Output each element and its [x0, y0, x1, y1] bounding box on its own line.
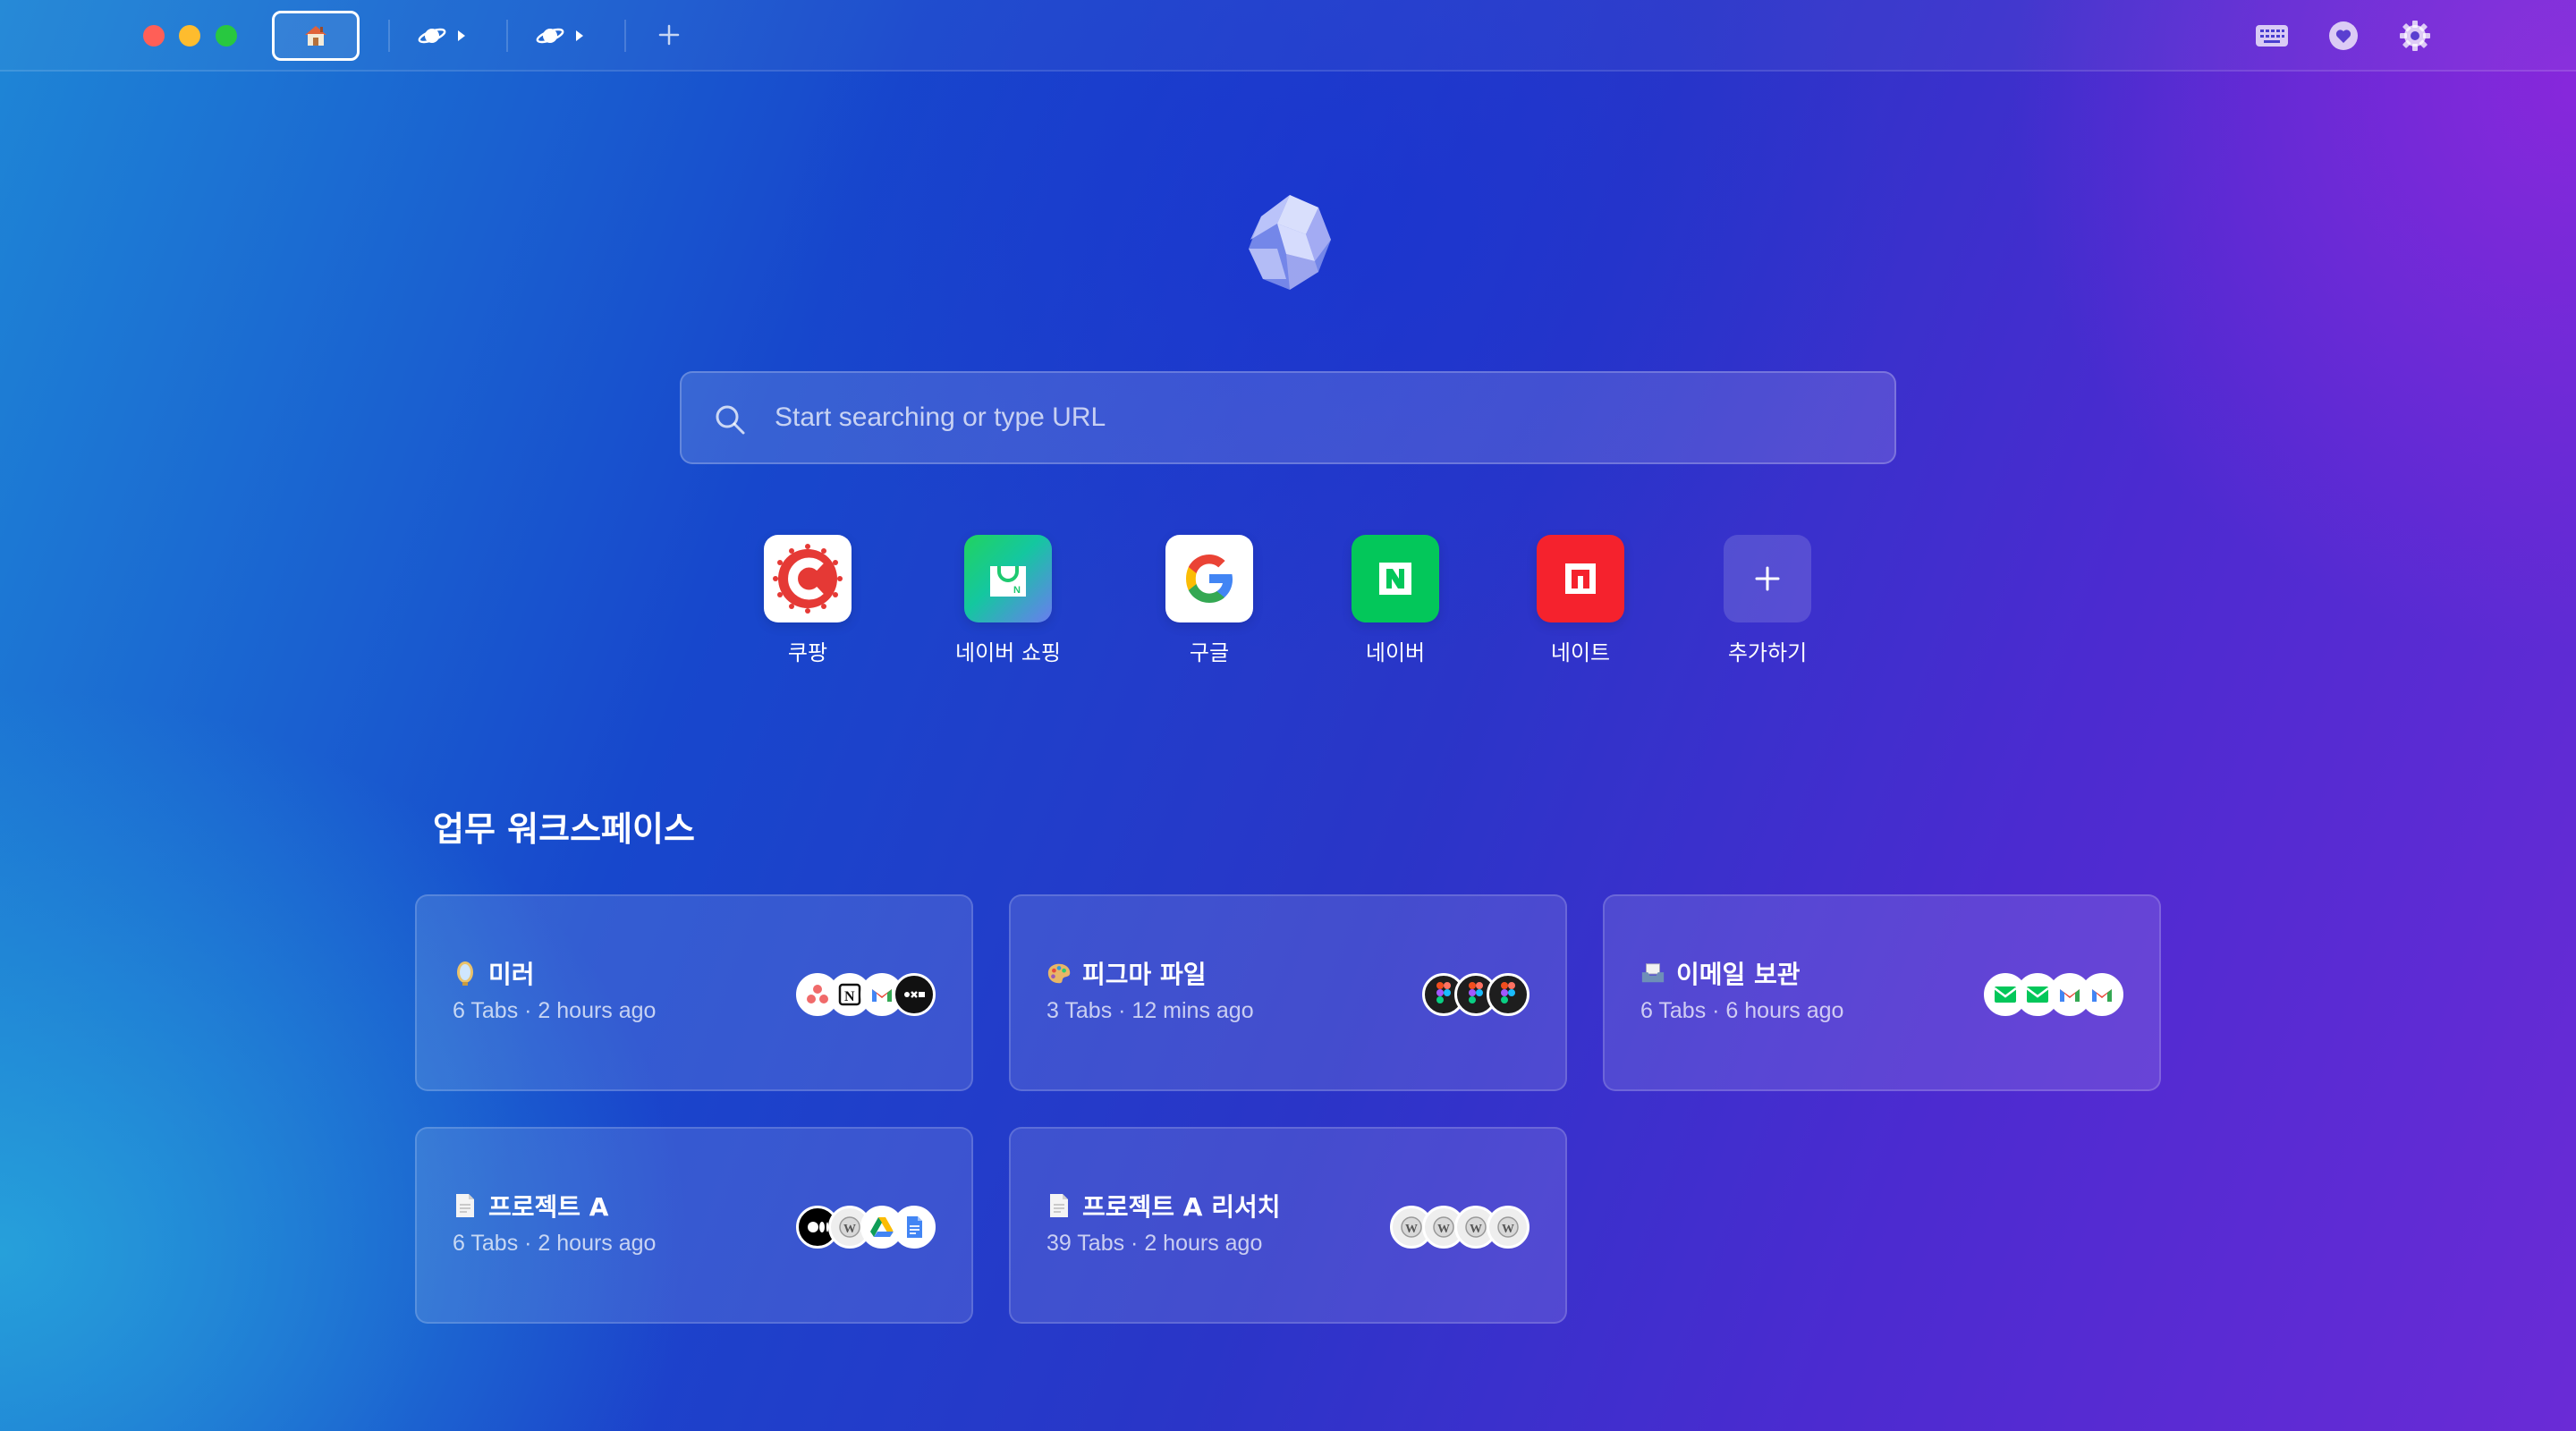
gmail-icon: [2080, 973, 2123, 1016]
svg-text:W: W: [1470, 1223, 1482, 1236]
favicon-stack: N: [796, 973, 936, 1016]
gear-icon: [2400, 21, 2430, 51]
shortcut-label: 네이버 쇼핑: [954, 640, 1062, 665]
search-bar[interactable]: [680, 371, 1896, 464]
card-meta: 39 Tabs · 2 hours ago: [1046, 1231, 1263, 1256]
workspace-card-figma-files[interactable]: 피그마 파일 3 Tabs · 12 mins ago: [1009, 894, 1567, 1091]
shortcut-label: 네이트: [1550, 640, 1611, 665]
favicon-stack: [1422, 973, 1530, 1016]
svg-text:W: W: [1437, 1223, 1450, 1236]
caret-right-icon: [458, 30, 465, 41]
shortcut-add[interactable]: 추가하기: [1678, 535, 1857, 666]
document-icon: [1046, 1192, 1072, 1219]
keyboard-icon: [2256, 25, 2288, 47]
document-icon: [453, 1192, 478, 1219]
tab-space-2[interactable]: [517, 13, 603, 59]
plus-icon: [658, 24, 680, 46]
nate-icon: [1565, 563, 1596, 594]
plus-icon: [1755, 566, 1780, 591]
card-title: 프로젝트 A 리서치: [1082, 1192, 1281, 1222]
inbox-tray-icon: [1640, 960, 1665, 986]
shortcut-label: 쿠팡: [787, 640, 828, 665]
shortcut-naver[interactable]: 네이버: [1306, 535, 1485, 666]
shortcut-google[interactable]: 구글: [1120, 535, 1299, 666]
card-title: 피그마 파일: [1082, 960, 1207, 989]
card-meta: 3 Tabs · 12 mins ago: [1046, 998, 1254, 1023]
planet-icon: [536, 28, 564, 44]
mirror-icon: [453, 960, 478, 986]
caret-right-icon: [576, 30, 583, 41]
tab-divider: [388, 20, 390, 52]
title-bar: [0, 0, 2576, 72]
favorites-button[interactable]: [2326, 18, 2361, 54]
workspace-card-project-a-research[interactable]: 프로젝트 A 리서치 39 Tabs · 2 hours ago W W W W: [1009, 1127, 1567, 1324]
home-icon: [305, 26, 326, 46]
card-meta: 6 Tabs · 6 hours ago: [1640, 998, 1844, 1023]
card-meta: 6 Tabs · 2 hours ago: [453, 998, 657, 1023]
svg-text:W: W: [1502, 1223, 1514, 1236]
palette-icon: [1046, 960, 1072, 986]
shortcut-coupang[interactable]: 쿠팡: [718, 535, 897, 666]
card-meta: 6 Tabs · 2 hours ago: [453, 1231, 657, 1256]
keyboard-shortcuts-button[interactable]: [2254, 18, 2290, 54]
wikipedia-icon: W: [1487, 1206, 1530, 1249]
naver-shopping-icon: N: [990, 566, 1026, 597]
shortcut-label: 네이버: [1365, 640, 1426, 665]
shortcut-naver-shopping[interactable]: N 네이버 쇼핑: [919, 535, 1097, 666]
workspace-card-mirror[interactable]: 미러 6 Tabs · 2 hours ago N: [415, 894, 973, 1091]
card-title: 프로젝트 A: [488, 1192, 609, 1222]
svg-text:N: N: [844, 989, 855, 1004]
shortcut-label: 추가하기: [1727, 640, 1808, 665]
figma-icon: [1487, 973, 1530, 1016]
coupang-icon: [773, 544, 843, 614]
miro-icon: [893, 973, 936, 1016]
tab-space-1[interactable]: [399, 13, 485, 59]
workspace-card-project-a[interactable]: 프로젝트 A 6 Tabs · 2 hours ago W: [415, 1127, 973, 1324]
card-title: 미러: [488, 960, 535, 989]
planet-icon: [418, 28, 446, 44]
new-tab-button[interactable]: [649, 16, 689, 55]
close-window-button[interactable]: [143, 25, 165, 47]
svg-text:W: W: [843, 1223, 856, 1236]
favicon-stack: W: [796, 1206, 936, 1249]
app-logo-icon: [1249, 195, 1331, 290]
settings-button[interactable]: [2397, 18, 2433, 54]
google-docs-icon: [893, 1206, 936, 1249]
workspace-title: 업무 워크스페이스: [433, 809, 695, 849]
favicon-stack: [1984, 973, 2123, 1016]
tab-home[interactable]: [272, 11, 360, 61]
favicon-stack: W W W W: [1390, 1206, 1530, 1249]
tab-divider: [506, 20, 508, 52]
google-icon: [1186, 555, 1233, 603]
search-input[interactable]: [775, 373, 1848, 462]
search-icon: [716, 405, 745, 435]
heart-icon: [2329, 21, 2358, 50]
card-title: 이메일 보관: [1676, 960, 1801, 989]
naver-icon: [1379, 563, 1411, 595]
workspace-card-email-archive[interactable]: 이메일 보관 6 Tabs · 6 hours ago: [1603, 894, 2161, 1091]
shortcut-label: 구글: [1189, 640, 1230, 665]
minimize-window-button[interactable]: [179, 25, 200, 47]
shortcut-nate[interactable]: 네이트: [1491, 535, 1670, 666]
tab-divider: [624, 20, 626, 52]
svg-text:W: W: [1405, 1223, 1418, 1236]
svg-text:N: N: [1013, 585, 1021, 596]
maximize-window-button[interactable]: [216, 25, 237, 47]
